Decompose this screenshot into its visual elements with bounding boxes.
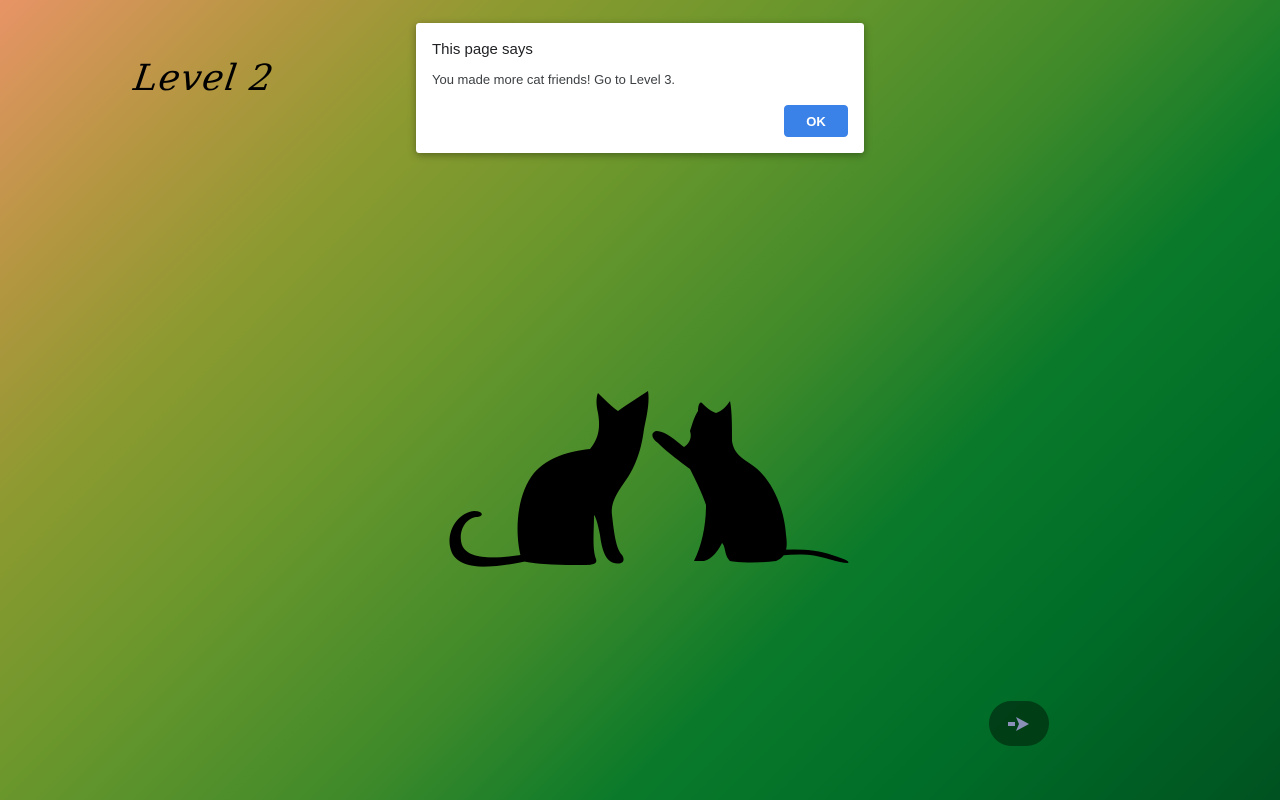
arrow-right-icon [1008,716,1029,731]
cat-silhouette-pawing [652,401,849,563]
alert-dialog: This page says You made more cat friends… [416,23,864,153]
alert-message: You made more cat friends! Go to Level 3… [432,72,676,87]
level-title: Level 2 [131,58,277,99]
alert-title: This page says [432,41,533,58]
ok-button[interactable]: OK [784,105,848,137]
cat-silhouette-sitting [449,391,649,567]
cats-scene [449,391,849,567]
next-button[interactable] [989,701,1049,746]
